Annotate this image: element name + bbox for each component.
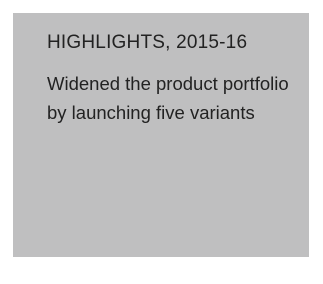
card-heading: HIGHLIGHTS, 2015-16 bbox=[47, 32, 248, 53]
highlights-card: HIGHLIGHTS, 2015-16 Widened the product … bbox=[13, 13, 309, 257]
card-body-text: Widened the product portfolio by launchi… bbox=[47, 73, 289, 123]
